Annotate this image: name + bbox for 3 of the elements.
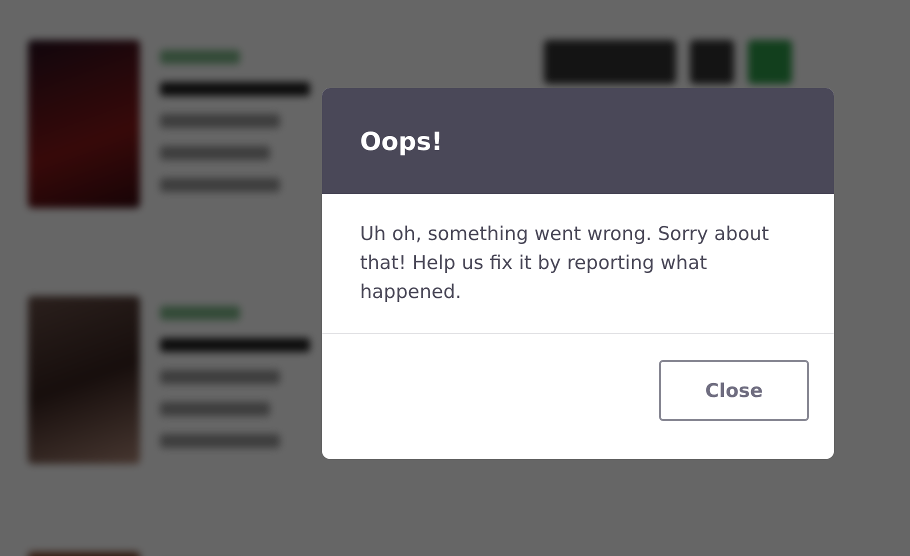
close-button[interactable]: Close <box>659 360 809 421</box>
dialog-title: Oops! <box>360 126 443 156</box>
error-message: Uh oh, something went wrong. Sorry about that! Help us fix it by reporting what happened. <box>322 194 834 334</box>
